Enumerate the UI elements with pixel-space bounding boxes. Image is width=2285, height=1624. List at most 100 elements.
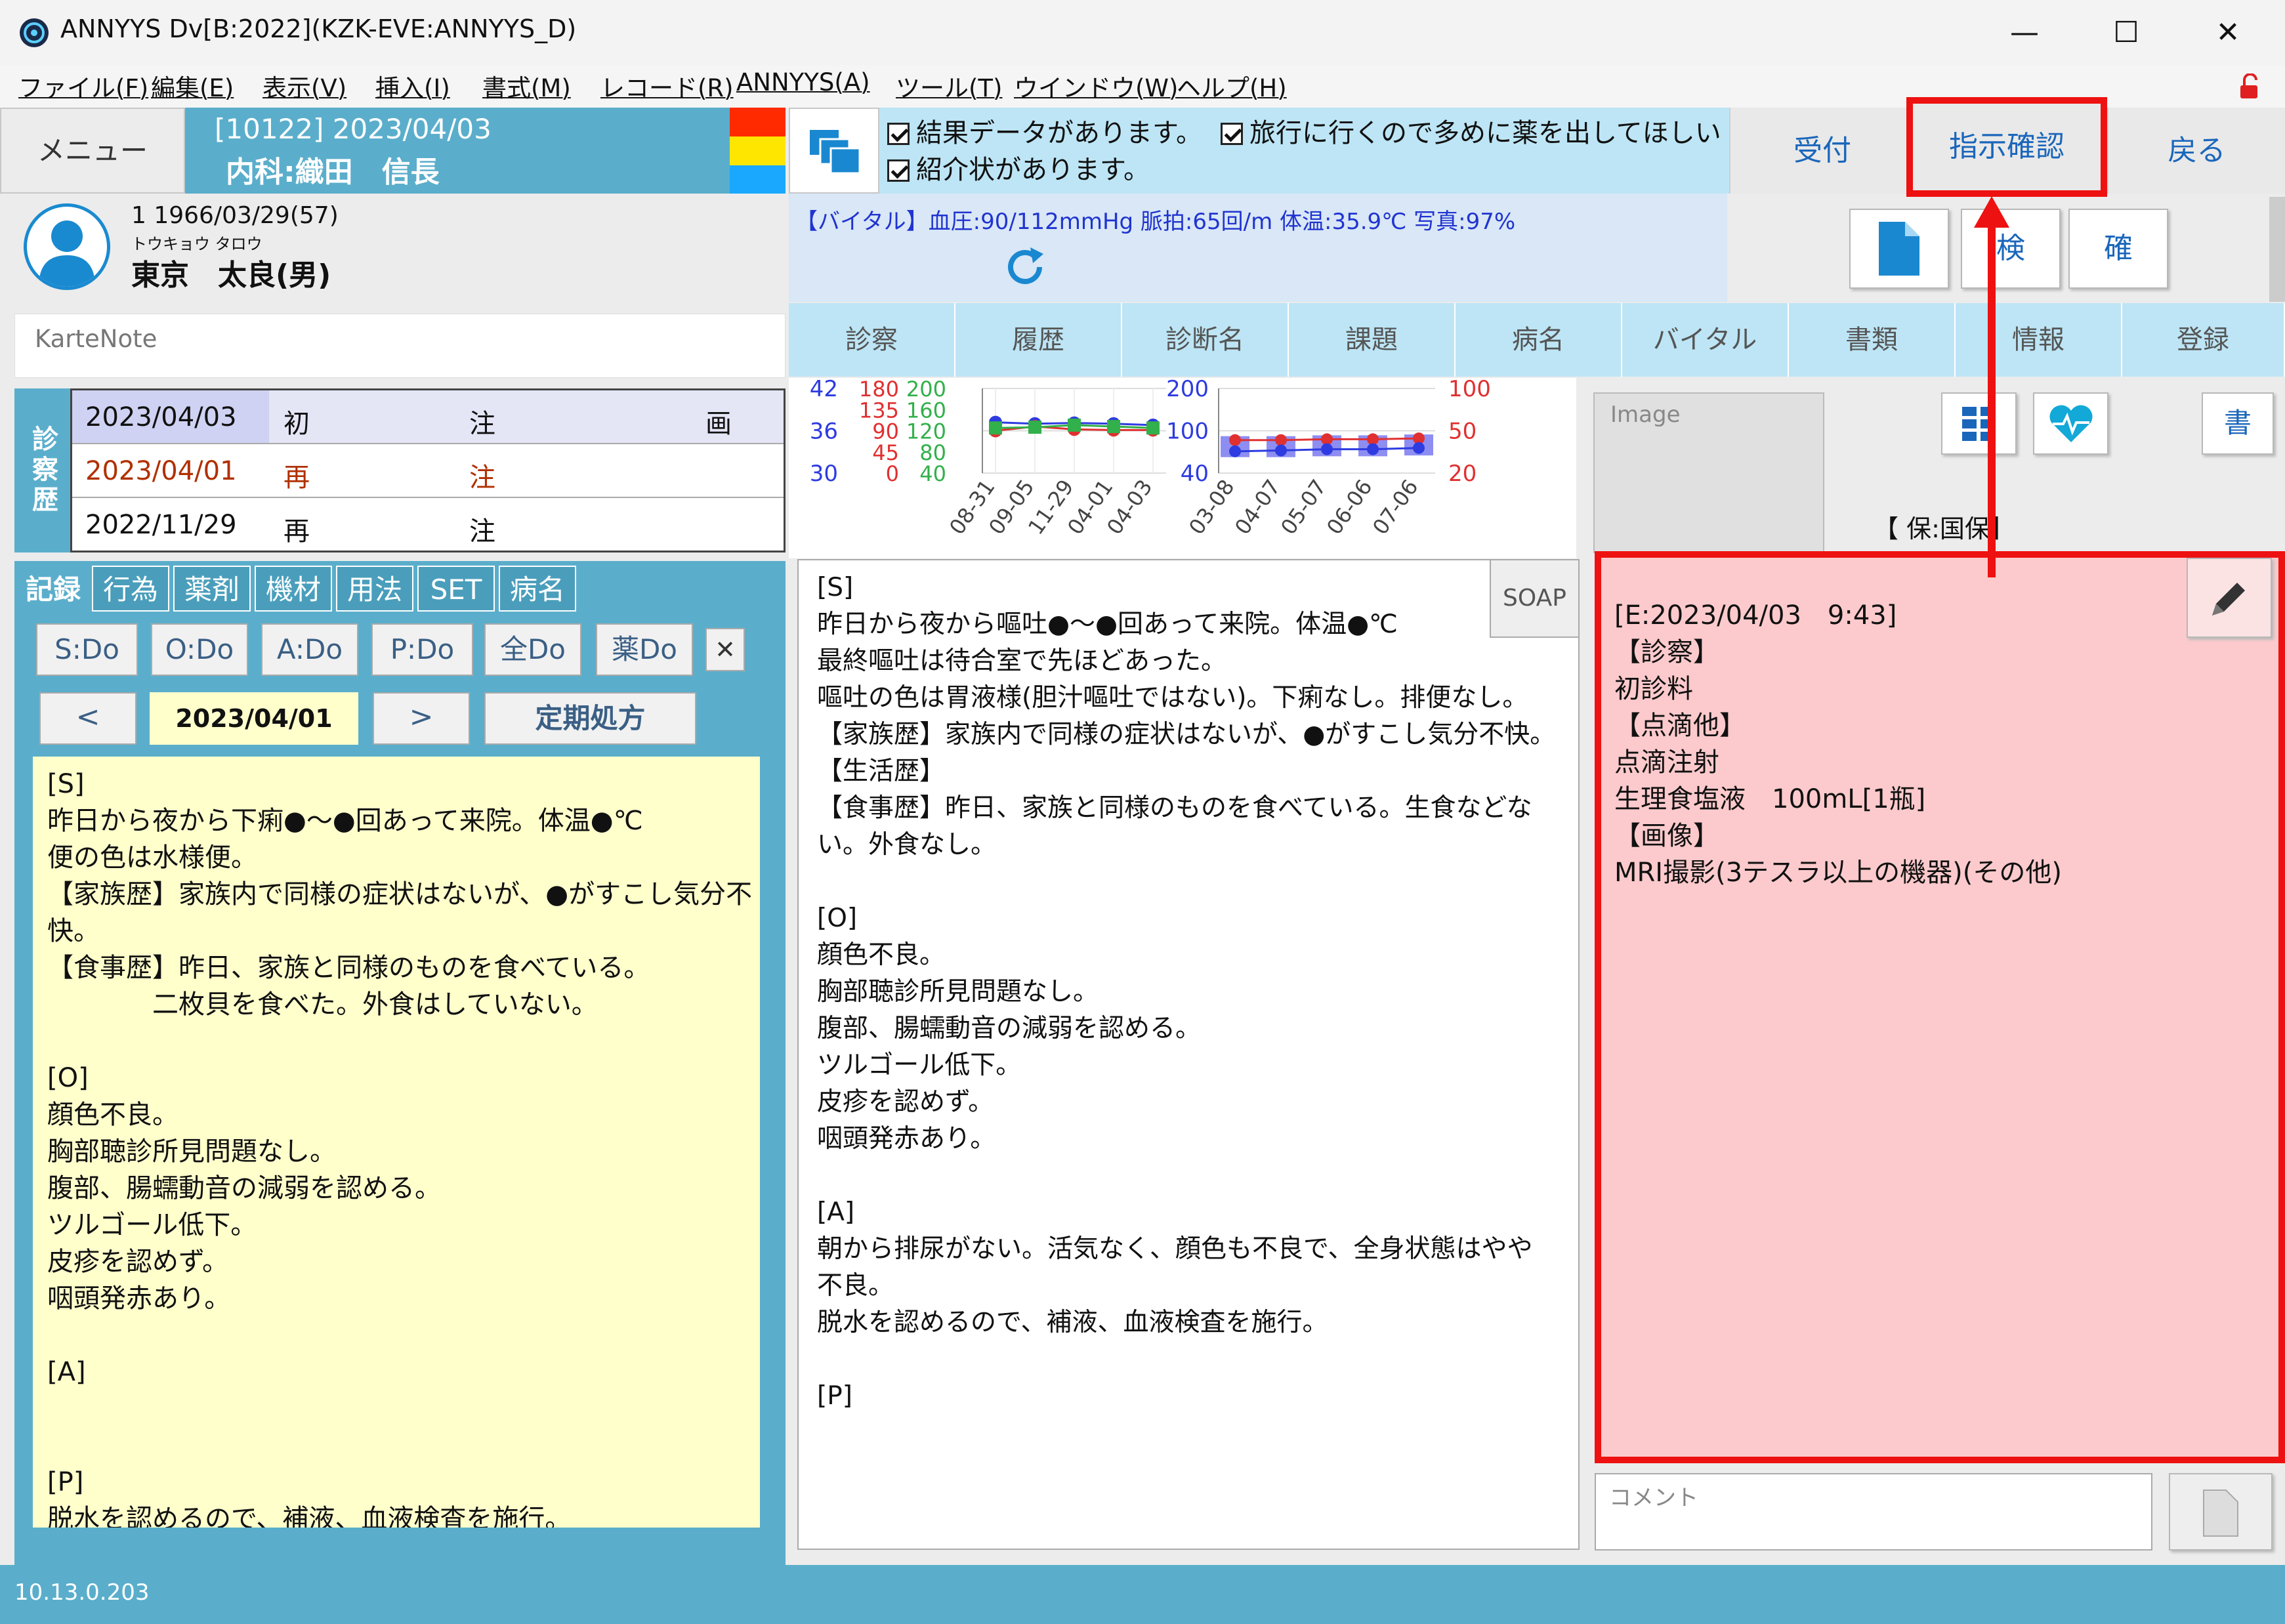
reception-button[interactable]: 受付 <box>1729 108 1914 194</box>
y-tick-left: 40 <box>1181 461 1209 487</box>
maximize-button[interactable]: ☐ <box>2077 0 2175 66</box>
next-date-button[interactable]: > <box>373 692 470 745</box>
history-row[interactable]: 2023/04/03 初 注 画 <box>72 390 784 444</box>
back-button[interactable]: 戻る <box>2107 108 2285 194</box>
tab-register[interactable]: 登録 <box>2122 303 2285 377</box>
version-text: 10.13.0.203 <box>14 1579 150 1606</box>
menu-button[interactable]: メニュー <box>0 108 185 194</box>
menu-format[interactable]: 書式(M) <box>482 68 571 104</box>
copy-windows-button[interactable] <box>789 108 879 194</box>
patient-id-dob: 1 1966/03/29(57) <box>131 202 339 229</box>
tab-disease[interactable]: 病名 <box>1456 303 1622 377</box>
y-tick-left: 42 <box>810 378 838 402</box>
history-c3: 画 <box>705 409 732 439</box>
order-content-box: [E:2023/04/03 9:43] 【診察】 初診料 【点滴他】 点滴注射 … <box>1595 551 2285 1463</box>
y-tick-left: 100 <box>1166 419 1209 445</box>
o-do-button[interactable]: O:Do <box>151 623 248 676</box>
history-table: 2023/04/03 初 注 画 2023/04/01 再 注 2022/11/… <box>70 388 786 552</box>
y-tick-mid: 0 <box>886 461 899 486</box>
notice-2[interactable]: 旅行に行くので多めに薬を出してほしい <box>1221 112 1721 150</box>
history-c2: 注 <box>469 516 495 547</box>
checkbox-icon <box>1221 123 1243 145</box>
visit-dept-doctor: 内科:織田 信長 <box>226 156 440 189</box>
tab-consult[interactable]: 診察 <box>789 303 955 377</box>
refresh-icon[interactable] <box>999 241 1051 293</box>
save-comment-button[interactable] <box>2169 1473 2273 1551</box>
y-tick-right: 50 <box>1448 419 1477 445</box>
order-confirm-button[interactable]: 指示確認 <box>1906 97 2107 197</box>
soap-button[interactable]: SOAP <box>1490 559 1580 638</box>
menu-view[interactable]: 表示(V) <box>262 68 346 104</box>
user-icon <box>39 220 95 287</box>
history-date: 2022/11/29 <box>85 510 237 540</box>
left-tab-action[interactable]: 行為 <box>92 566 169 612</box>
document-icon <box>1879 222 1919 276</box>
series-point <box>1229 445 1241 457</box>
clear-button[interactable]: ✕ <box>705 628 745 671</box>
menu-annyys[interactable]: ANNYYS(A) <box>736 68 870 96</box>
vital-heart-button[interactable] <box>2033 392 2108 455</box>
p-do-button[interactable]: P:Do <box>371 623 473 676</box>
left-tab-material[interactable]: 機材 <box>255 566 332 612</box>
menu-file[interactable]: ファイル(F) <box>18 68 148 104</box>
checkbox-icon <box>887 123 910 145</box>
menu-record[interactable]: レコード(R) <box>600 68 734 104</box>
tab-documents[interactable]: 書類 <box>1789 303 1956 377</box>
y-tick-left: 200 <box>1166 378 1209 402</box>
menu-edit[interactable]: 編集(E) <box>151 68 234 104</box>
image-thumbnail[interactable]: Image <box>1593 392 1824 553</box>
series-point <box>1321 443 1333 455</box>
vitals-chart-svg: 42363018013590450200160120804008-3109-05… <box>810 376 1491 539</box>
edit-button[interactable] <box>2187 558 2272 638</box>
y-tick-left: 30 <box>810 461 838 487</box>
confirm-button[interactable]: 確 <box>2068 209 2168 289</box>
left-tab-disease[interactable]: 病名 <box>499 566 576 612</box>
soap-note[interactable]: [S] 昨日から夜から嘔吐●～●回あって来院。体温●℃ 最終嘔吐は待合室で先ほど… <box>797 559 1580 1550</box>
notice-1[interactable]: 結果データがあります。 <box>887 112 1202 150</box>
notice-3[interactable]: 紹介状があります。 <box>887 148 1150 186</box>
tab-history[interactable]: 履歴 <box>955 303 1122 377</box>
document-button[interactable] <box>1849 209 1949 289</box>
tab-issues[interactable]: 課題 <box>1289 303 1456 377</box>
menu-insert[interactable]: 挿入(I) <box>375 68 450 104</box>
drug-do-button[interactable]: 薬Do <box>596 623 693 676</box>
left-record-note[interactable]: [S] 昨日から夜から下痢●～●回あって来院。体温●℃ 便の色は水様便。 【家族… <box>33 757 760 1528</box>
unlock-icon[interactable] <box>2238 73 2261 100</box>
karte-note-input[interactable]: KarteNote <box>14 314 786 378</box>
left-tab-set[interactable]: SET <box>417 566 495 612</box>
series-point <box>1275 434 1287 446</box>
patient-info <box>0 194 787 302</box>
menu-window[interactable]: ウインドウ(W) <box>1014 68 1178 104</box>
comment-input[interactable]: コメント <box>1595 1473 2152 1551</box>
prev-date-button[interactable]: < <box>39 692 136 745</box>
tab-vitals[interactable]: バイタル <box>1622 303 1789 377</box>
left-tab-usage[interactable]: 用法 <box>336 566 413 612</box>
s-do-button[interactable]: S:Do <box>36 623 138 676</box>
left-tab-record[interactable]: 記録 <box>16 566 90 612</box>
series-point <box>1413 442 1425 454</box>
series-point <box>1068 418 1081 432</box>
vitals-bar: 【バイタル】血圧:90/112mmHg 脈拍:65回/m 体温:35.9℃ 写真… <box>789 194 1727 302</box>
notice-area: 結果データがあります。 旅行に行くので多めに薬を出してほしい 紹介状があります。 <box>879 108 1729 194</box>
left-tab-drug[interactable]: 薬剤 <box>173 566 251 612</box>
write-button[interactable]: 書 <box>2202 392 2274 455</box>
highlight-arrow <box>1974 196 2009 577</box>
scrollbar[interactable] <box>2269 197 2285 302</box>
regular-prescription-button[interactable]: 定期処方 <box>484 692 696 745</box>
history-row[interactable]: 2022/11/29 再 注 <box>72 498 784 552</box>
a-do-button[interactable]: A:Do <box>261 623 358 676</box>
menu-help[interactable]: ヘルプ(H) <box>1177 68 1287 104</box>
series-point <box>1028 421 1041 434</box>
x-tick: 05-07 <box>1276 475 1331 539</box>
app-window: ANNYYS Dv[B:2022](KZK-EVE:ANNYYS_D) — ☐ … <box>0 0 2285 1624</box>
y-tick-right: 40 <box>919 461 946 486</box>
tab-diagnosis[interactable]: 診断名 <box>1122 303 1289 377</box>
all-do-button[interactable]: 全Do <box>484 623 581 676</box>
menu-tools[interactable]: ツール(T) <box>896 68 1002 104</box>
history-row[interactable]: 2023/04/01 再 注 <box>72 444 784 498</box>
close-button[interactable]: ✕ <box>2179 0 2277 66</box>
visit-header: [10122] 2023/04/03 内科:織田 信長 <box>185 108 730 194</box>
minimize-button[interactable]: — <box>1975 0 2074 66</box>
series-point <box>1107 420 1120 434</box>
windows-icon <box>810 130 861 175</box>
